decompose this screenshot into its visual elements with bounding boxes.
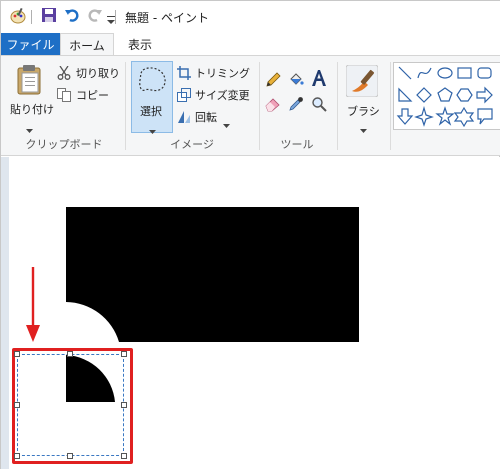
selection-handle-top-left[interactable] [14,351,20,357]
diamond-shape-icon[interactable] [416,87,432,103]
free-form-select-icon [137,66,169,100]
paste-label: 貼り付け [10,103,54,116]
title-separator [115,10,116,24]
undo-icon[interactable] [64,7,80,27]
oval-shape-icon[interactable] [437,67,453,79]
eraser-icon[interactable] [265,96,281,116]
selection-handle-top[interactable] [67,351,73,357]
crop-icon [177,65,191,84]
crop-button[interactable]: トリミング [177,64,257,82]
ribbon-tabs: ファイル ホーム 表示 [1,33,500,56]
callout-shape-icon[interactable] [477,108,493,125]
tools-group-label: ツール [280,138,314,151]
paint-app-icon [9,7,27,29]
ribbon: 貼り付け 切り取り コピー クリップボード 選択 トリミング サイズ変更 回転 … [1,55,500,156]
rotate-button[interactable]: 回転 [177,108,257,128]
group-separator [259,62,260,150]
resize-button[interactable]: サイズ変更 [177,86,257,104]
brushes-button[interactable]: ブラシ [341,61,387,133]
resize-label: サイズ変更 [195,89,250,102]
save-icon[interactable] [41,7,57,27]
pencil-icon[interactable] [265,72,281,92]
clipboard-icon [17,65,43,99]
image-group-label: イメージ [170,138,214,151]
group-separator [390,62,391,150]
tab-home[interactable]: ホーム [60,33,114,56]
resize-icon [177,87,191,106]
cut-label: 切り取り [76,67,120,80]
triangle-shape-icon[interactable] [398,87,413,102]
rotate-label: 回転 [195,111,217,124]
black-rectangle-shape [66,207,359,342]
rotate-icon [177,109,191,128]
rotate-dropdown-icon [223,114,230,133]
pentagon-shape-icon[interactable] [437,87,453,102]
hexagon-shape-icon[interactable] [456,88,473,102]
selection-handle-bottom-right[interactable] [121,453,127,459]
group-separator [125,62,126,150]
red-arrow-annotation-icon [25,267,41,347]
select-label: 選択 [140,105,162,118]
selection-handle-top-right[interactable] [121,351,127,357]
right-arrow-shape-icon[interactable] [476,86,493,104]
line-shape-icon[interactable] [398,66,412,80]
fill-bucket-icon[interactable] [288,72,304,92]
down-arrow-shape-icon[interactable] [396,108,414,125]
selection-marquee[interactable] [17,354,124,456]
tab-file[interactable]: ファイル [1,33,60,55]
selection-handle-left[interactable] [14,402,20,408]
redo-icon[interactable] [87,7,103,27]
selection-handle-bottom-left[interactable] [14,453,20,459]
copy-icon [57,87,71,106]
shapes-gallery[interactable] [393,62,500,130]
five-point-star-shape-icon[interactable] [435,106,455,126]
tab-view[interactable]: 表示 [118,33,162,55]
four-point-star-shape-icon[interactable] [414,105,434,127]
color-picker-icon[interactable] [288,96,304,116]
clipboard-group-label: クリップボード [25,138,103,151]
brushes-dropdown-icon [360,119,367,138]
cut-button[interactable]: 切り取り [57,64,121,82]
qa-separator [31,10,32,24]
copy-label: コピー [76,89,109,102]
brush-icon [345,64,379,101]
scissors-icon [57,65,71,84]
paste-button[interactable]: 貼り付け [7,61,54,133]
selection-handle-bottom[interactable] [67,453,73,459]
magnifier-icon[interactable] [311,96,327,116]
title-bar: 無題 - ペイント [1,1,500,33]
six-point-star-shape-icon[interactable] [453,106,475,128]
text-tool-icon[interactable] [311,69,327,93]
crop-label: トリミング [195,67,250,80]
brushes-label: ブラシ [347,105,380,118]
copy-button[interactable]: コピー [57,86,121,104]
rectangle-shape-icon[interactable] [457,67,472,79]
selection-handle-right[interactable] [121,402,127,408]
window-title: 無題 - ペイント [125,11,209,25]
select-button[interactable]: 選択 [131,61,173,134]
rounded-rectangle-shape-icon[interactable] [477,67,492,79]
group-separator [337,62,338,150]
customize-toolbar-chevron-icon[interactable] [107,11,115,30]
canvas-left-margin [1,157,9,469]
curve-shape-icon[interactable] [417,67,432,79]
